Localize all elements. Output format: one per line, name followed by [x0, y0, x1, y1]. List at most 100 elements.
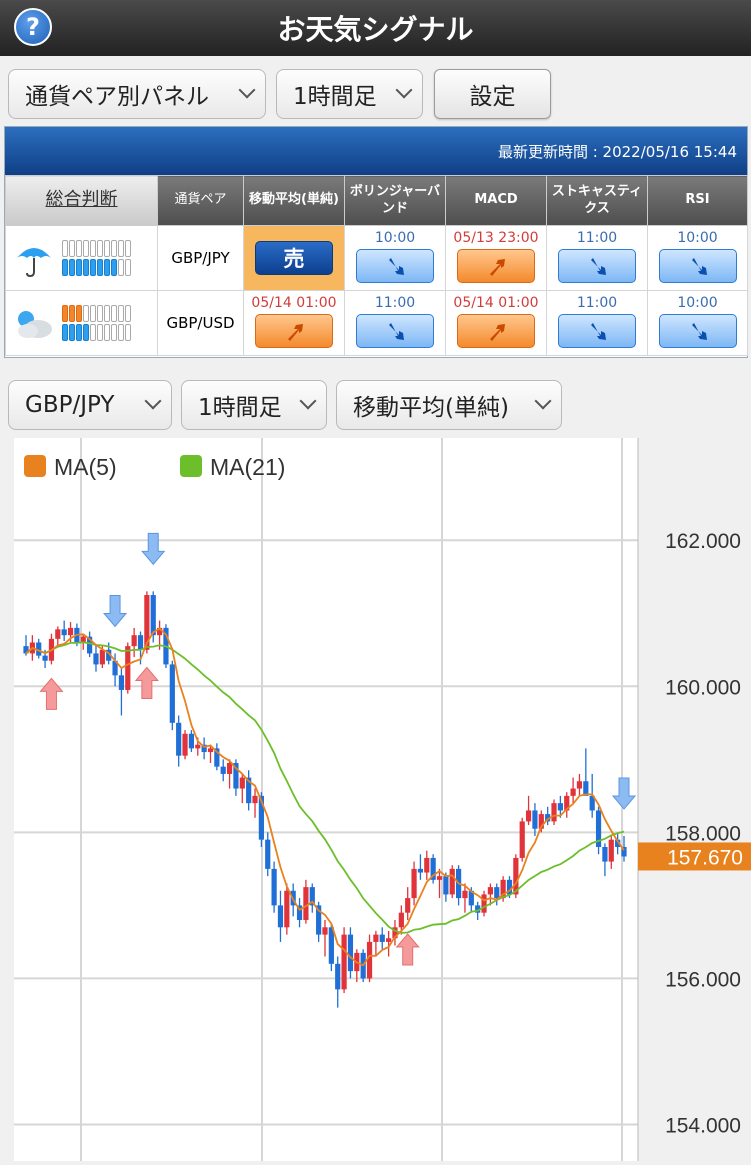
up-signal-button[interactable] — [457, 248, 535, 283]
col-overall[interactable]: 総合判断 — [5, 175, 158, 226]
strength-segment — [83, 305, 89, 322]
timeframe-select-value: 1時間足 — [293, 84, 377, 110]
strength-segment — [104, 240, 110, 257]
chevron-down-icon — [144, 392, 162, 410]
down-signal-button[interactable] — [558, 248, 636, 283]
cloudy-icon — [18, 311, 52, 338]
candle-body — [303, 887, 309, 920]
candle-body — [118, 675, 125, 690]
chart-pair-select[interactable]: GBP/JPY — [8, 380, 172, 430]
signal-cell-macd: 05/14 01:00 — [445, 290, 547, 356]
candle-body — [61, 629, 67, 636]
signal-header-row: 総合判断 通貨ペア 移動平均(単純) ボリンジャーバンド MACD ストキャステ… — [5, 175, 748, 226]
up-signal-button[interactable] — [457, 313, 535, 348]
candle-body — [487, 887, 494, 895]
update-time: 最新更新時間 : 2022/05/16 15:44 — [497, 142, 737, 161]
signal-table: 総合判断 通貨ペア 移動平均(単純) ボリンジャーバンド MACD ストキャステ… — [5, 175, 748, 356]
candle-body — [195, 744, 201, 749]
strength-segment — [62, 305, 68, 322]
col-macd: MACD — [445, 175, 547, 226]
strength-segment — [76, 240, 82, 257]
arrow-up-right-icon — [490, 323, 505, 341]
signal-time: 10:00 — [677, 294, 718, 311]
strength-segment — [90, 240, 96, 257]
strength-segment — [62, 240, 68, 257]
strength-segment — [69, 240, 75, 257]
strength-segment — [97, 240, 103, 257]
settings-button[interactable]: 設定 — [434, 69, 551, 119]
candle-body — [519, 821, 525, 858]
candle-body — [220, 766, 226, 774]
signal-time: 10:00 — [374, 229, 416, 246]
chart-timeframe-select[interactable]: 1時間足 — [181, 380, 327, 430]
signal-cell-rsi: 10:00 — [647, 290, 748, 356]
pair-cell: GBP/JPY — [157, 225, 244, 291]
signal-cell-bb: 10:00 — [344, 225, 446, 291]
strength-segment — [90, 324, 96, 341]
up-signal-button[interactable] — [255, 313, 333, 348]
signal-time: 11:00 — [576, 294, 618, 311]
timeframe-select[interactable]: 1時間足 — [276, 69, 423, 119]
plot-area — [14, 438, 638, 1161]
candle-body — [462, 890, 468, 899]
candle-body — [449, 868, 455, 895]
candle-body — [481, 894, 487, 913]
arrow-down-right-icon — [591, 322, 606, 340]
signal-cell-ma: 05/14 01:00 — [243, 290, 345, 356]
candle-body — [131, 635, 137, 647]
sell-strength-row — [62, 259, 131, 276]
down-signal-button[interactable] — [558, 313, 636, 348]
candle-body — [551, 803, 557, 822]
down-signal-button[interactable] — [658, 313, 737, 348]
panel-select[interactable]: 通貨ペア別パネル — [8, 69, 266, 119]
down-signal-button[interactable] — [356, 248, 434, 283]
candle-body — [55, 629, 61, 639]
arrow-down-right-icon — [691, 257, 707, 275]
candle-body — [252, 795, 258, 804]
candle-body — [207, 748, 214, 753]
chevron-down-icon — [299, 392, 317, 410]
chevron-down-icon — [534, 392, 552, 410]
candle-body — [137, 635, 144, 650]
chart-indicator-select[interactable]: 移動平均(単純) — [336, 380, 562, 430]
strength-segment — [104, 259, 110, 276]
buy-strength-row — [62, 305, 131, 322]
signal-cell-rsi: 10:00 — [647, 225, 748, 291]
strength-segment — [83, 240, 89, 257]
chart-timeframe-value: 1時間足 — [198, 395, 282, 421]
col-rsi: RSI — [647, 175, 748, 226]
signal-cell-stoch: 11:00 — [546, 225, 648, 291]
candle-body — [169, 664, 175, 723]
strength-segment — [83, 259, 89, 276]
candle-body — [373, 934, 379, 942]
candle-body — [265, 839, 271, 869]
strength-meter — [62, 238, 131, 278]
candle-body — [417, 868, 424, 873]
help-icon[interactable]: ? — [14, 8, 52, 46]
candle-body — [608, 839, 614, 862]
down-signal-button[interactable] — [658, 248, 737, 283]
price-chart[interactable]: 162.000 160.000 158.000 156.000 154.000 157.6… — [14, 438, 751, 1161]
candle-body — [239, 777, 245, 789]
strength-segment — [125, 305, 131, 322]
pair-cell: GBP/USD — [157, 290, 244, 356]
strength-segment — [97, 259, 103, 276]
candle-body — [386, 938, 392, 942]
signal-cell-stoch: 11:00 — [546, 290, 648, 356]
signal-time: 11:00 — [576, 229, 618, 246]
legend-label: MA(21) — [210, 454, 285, 480]
sell-signal-button[interactable]: 売 — [255, 241, 333, 275]
legend-swatch — [180, 455, 202, 477]
signal-row[interactable]: GBP/JPY 売 10:00 05/13 23:00 11:00 10:00 — [5, 225, 748, 291]
strength-segment — [111, 240, 117, 257]
overall-cell — [5, 225, 158, 291]
strength-segment — [69, 324, 75, 341]
signal-row[interactable]: GBP/USD 05/14 01:00 11:00 05/14 01:00 11:00 1… — [5, 290, 748, 356]
candle-body — [532, 810, 538, 829]
col-stoch: ストキャスティクス — [546, 175, 648, 226]
candle-body — [42, 655, 48, 661]
sell-strength-row — [62, 324, 131, 341]
strength-segment — [83, 324, 89, 341]
down-signal-button[interactable] — [356, 313, 434, 348]
candle-body — [182, 733, 188, 756]
